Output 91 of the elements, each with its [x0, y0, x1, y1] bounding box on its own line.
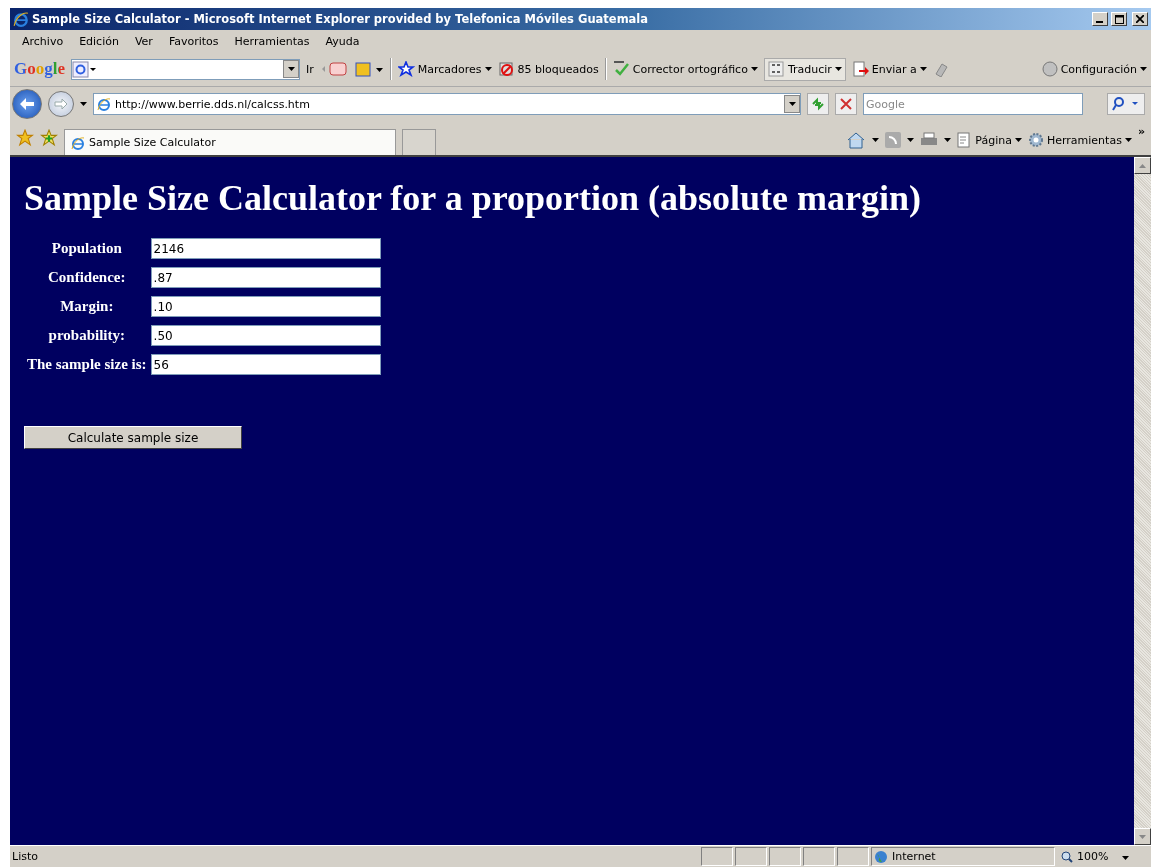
minimize-button[interactable] — [1092, 12, 1108, 26]
scroll-up-button[interactable] — [1134, 157, 1151, 174]
scroll-down-button[interactable] — [1134, 828, 1151, 845]
globe-icon — [874, 849, 888, 864]
settings-icon — [1041, 61, 1058, 77]
history-caret-icon — [80, 102, 87, 106]
down-arrow-icon — [1139, 834, 1146, 839]
page-heading: Sample Size Calculator for a proportion (absolute margin) — [24, 177, 922, 219]
close-button[interactable] — [1132, 12, 1148, 26]
window-title: Sample Size Calculator - Microsoft Internet Explorer provided by Telefonica Móviles Guatemala — [32, 12, 650, 26]
page-icon — [71, 135, 85, 150]
field-label: Confidence: — [47, 268, 127, 287]
input-field[interactable]: .10 — [150, 296, 381, 317]
search-icon — [1112, 97, 1140, 111]
status-panel — [735, 847, 767, 866]
caret-icon — [907, 138, 915, 142]
scrollbar[interactable] — [1134, 157, 1151, 845]
go-button[interactable]: Ir — [306, 62, 314, 76]
spellcheck-icon — [612, 60, 630, 78]
toolbar-button[interactable]: Corrector ortográfico — [612, 60, 758, 78]
field-label: Population — [50, 239, 123, 258]
forward-button[interactable] — [48, 91, 74, 117]
dropdown-button[interactable] — [283, 60, 299, 78]
status-panel — [803, 847, 835, 866]
field-label: The sample size is: — [26, 355, 148, 374]
gear-icon — [1027, 132, 1044, 148]
caret-icon — [1014, 138, 1022, 142]
stop-button[interactable] — [835, 93, 857, 115]
status-panel — [769, 847, 801, 866]
input-field[interactable]: 2146 — [150, 238, 381, 259]
add-favorite-icon[interactable] — [40, 129, 58, 147]
menu-item[interactable]: Ayuda — [317, 34, 368, 48]
star-icon — [397, 60, 415, 78]
search-engine-icon[interactable] — [72, 60, 98, 78]
toolbar-button[interactable]: 85 bloqueados — [497, 60, 599, 78]
status-text: Listo — [11, 850, 39, 863]
back-arrow-icon — [19, 97, 35, 111]
toolbar-button[interactable]: Traducir — [763, 57, 846, 81]
menu-item[interactable]: Herramientas — [226, 34, 318, 48]
input-field[interactable]: .50 — [150, 325, 381, 346]
printer-icon[interactable] — [920, 132, 939, 148]
zoom-button[interactable]: 100% — [1055, 850, 1151, 863]
maximize-icon — [1114, 14, 1124, 24]
home-icon[interactable] — [846, 131, 867, 149]
toolbar-button[interactable]: Marcadores — [397, 60, 492, 78]
back-button[interactable] — [12, 89, 42, 119]
refresh-button[interactable] — [807, 93, 829, 115]
caret-icon — [944, 138, 952, 142]
zoom-icon — [1061, 850, 1073, 863]
blocked-popup-icon — [497, 60, 515, 78]
caret-icon — [1122, 856, 1130, 860]
menu-item[interactable]: Archivo — [14, 34, 72, 48]
field-label: Margin: — [59, 297, 115, 316]
status-panel — [701, 847, 733, 866]
browser-logo-icon — [13, 11, 29, 27]
browser-tab[interactable]: Sample Size Calculator — [64, 129, 396, 155]
maximize-button[interactable] — [1111, 12, 1127, 26]
command-button[interactable]: Herramientas — [1027, 132, 1132, 148]
caret-icon — [1140, 67, 1147, 71]
input-field[interactable]: 56 — [150, 354, 381, 375]
search-button[interactable] — [1107, 93, 1145, 115]
caret-icon — [1124, 138, 1132, 142]
input-field[interactable]: .87 — [150, 267, 381, 288]
google-logo: Google — [14, 59, 65, 79]
close-icon — [1136, 15, 1144, 23]
caret-icon — [788, 102, 796, 106]
menu-item[interactable]: Edición — [71, 34, 127, 48]
favorites-star-icon[interactable] — [16, 129, 34, 147]
status-panel — [837, 847, 869, 866]
dropdown-button[interactable] — [784, 95, 800, 113]
page-icon — [97, 97, 111, 111]
more-commands-button[interactable]: » — [1137, 125, 1145, 138]
menu-item[interactable]: Favoritos — [160, 34, 227, 48]
feed-icon[interactable] — [885, 132, 902, 148]
refresh-icon — [811, 97, 825, 111]
send-page-icon — [851, 60, 869, 78]
zone-label: Internet — [892, 850, 936, 863]
stop-icon — [840, 98, 852, 110]
toolbar-button[interactable]: Enviar a — [851, 60, 927, 78]
address-bar[interactable]: http://www.berrie.dds.nl/calcss.htm — [93, 93, 801, 115]
calculate-button[interactable]: Calculate sample size — [24, 426, 242, 449]
up-arrow-icon — [1139, 163, 1146, 168]
caret-icon — [287, 67, 295, 71]
command-button[interactable]: Página — [957, 132, 1022, 148]
search-field[interactable]: Google — [863, 93, 1083, 115]
forward-arrow-icon — [54, 98, 68, 110]
settings-button[interactable]: Configuración — [1041, 61, 1151, 77]
caret-icon — [872, 138, 880, 142]
page-icon — [957, 132, 973, 148]
field-label: probability: — [47, 326, 126, 345]
menu-item[interactable]: Ver — [126, 34, 161, 48]
